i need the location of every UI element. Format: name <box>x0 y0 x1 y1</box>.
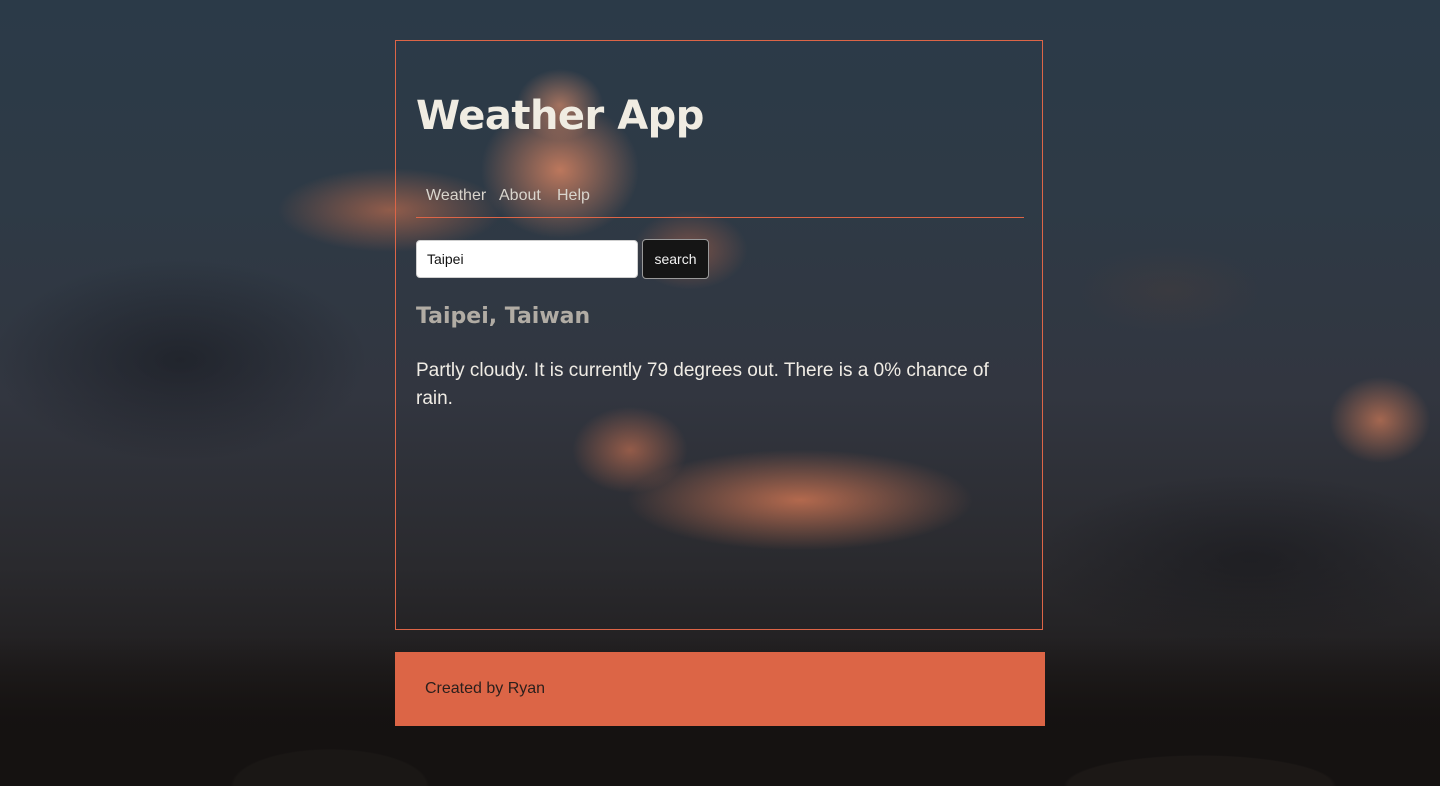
nav-link-help[interactable]: Help <box>557 187 590 205</box>
footer-credit: Created by Ryan <box>425 680 546 697</box>
main-card: Weather App Weather About Help search Ta… <box>395 40 1043 630</box>
location-heading: Taipei, Taiwan <box>416 304 591 329</box>
location-search-input[interactable] <box>416 240 638 278</box>
page-title: Weather App <box>416 93 704 139</box>
nav-bar: Weather About Help <box>416 186 1024 218</box>
forecast-text: Partly cloudy. It is currently 79 degree… <box>416 360 989 409</box>
page-footer: Created by Ryan <box>395 652 1045 726</box>
nav-link-weather[interactable]: Weather <box>426 187 486 205</box>
search-button[interactable]: search <box>642 239 709 279</box>
nav-link-about[interactable]: About <box>499 187 541 205</box>
